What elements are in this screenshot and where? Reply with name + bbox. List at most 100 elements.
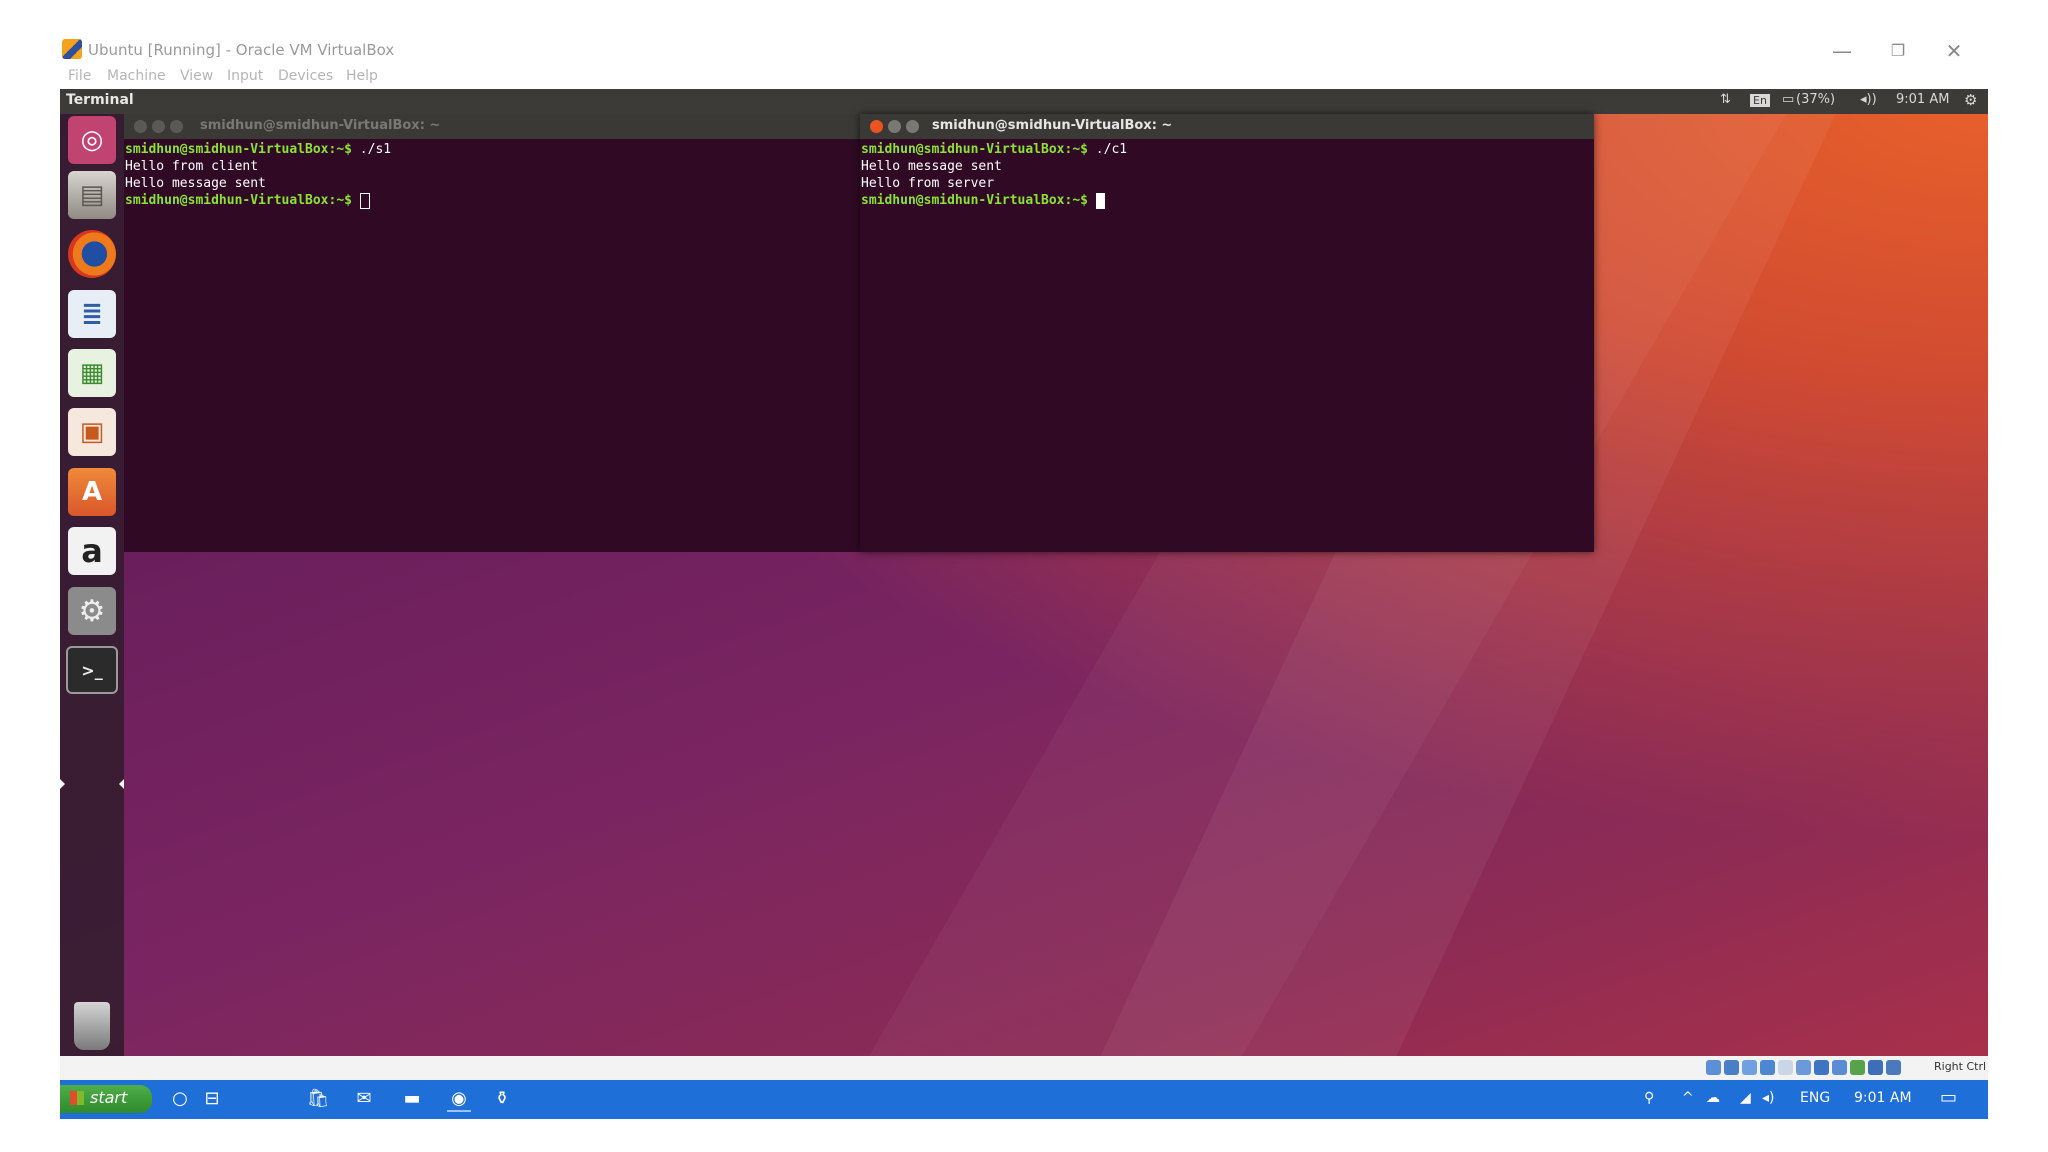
virtualbox-titlebar: Ubuntu [Running] - Oracle VM VirtualBox … <box>60 36 1990 68</box>
cpu-status-icon[interactable] <box>1850 1060 1865 1075</box>
onedrive-cloud-icon[interactable]: ☁ <box>1706 1090 1720 1106</box>
menu-devices[interactable]: Devices <box>278 68 333 84</box>
speaker-icon[interactable]: ◂) <box>1762 1090 1775 1106</box>
virtualbox-statusbar: Right Ctrl <box>60 1056 1988 1080</box>
terminal-line: smidhun@smidhun-VirtualBox:~$ <box>125 192 919 209</box>
store-icon[interactable]: 🛍 <box>306 1088 330 1110</box>
active-app-title: Terminal <box>66 92 134 108</box>
maximize-button[interactable]: ❐ <box>1878 36 1918 66</box>
window-title: Ubuntu [Running] - Oracle VM VirtualBox <box>88 41 395 59</box>
virtualbox-menubar: File Machine View Input Devices Help <box>60 66 1990 90</box>
usb-status-icon[interactable] <box>1778 1060 1793 1075</box>
terminal-line: Hello message sent <box>861 159 1002 174</box>
menu-input[interactable]: Input <box>227 68 263 84</box>
unity-launcher: ◎ ▤ ≣ ▦ ▣ A a ⚙ >_ <box>60 114 124 1056</box>
command-text: ./s1 <box>351 142 392 157</box>
terminal-line: smidhun@smidhun-VirtualBox:~$ <box>861 192 1594 209</box>
terminal-output[interactable]: smidhun@smidhun-VirtualBox:~$ ./s1 Hello… <box>125 141 919 552</box>
shell-prompt: smidhun@smidhun-VirtualBox:~$ <box>125 142 352 157</box>
input-language[interactable]: ENG <box>1800 1090 1830 1106</box>
terminal-launcher-icon[interactable]: >_ <box>66 646 118 694</box>
battery-icon[interactable]: ▭ <box>1782 92 1794 107</box>
shell-prompt: smidhun@smidhun-VirtualBox:~$ <box>125 193 352 208</box>
host-key-label: Right Ctrl <box>1934 1060 1987 1073</box>
terminal-cursor <box>359 192 370 209</box>
software-center-icon[interactable]: A <box>68 468 116 516</box>
libreoffice-calc-icon[interactable]: ▦ <box>68 349 116 397</box>
menu-view[interactable]: View <box>180 68 213 84</box>
action-center-icon[interactable]: ▭ <box>1940 1087 1957 1108</box>
virtualbox-app-icon <box>62 39 82 59</box>
network-status-icon[interactable] <box>1760 1060 1775 1075</box>
mouse-integration-icon[interactable] <box>1868 1060 1883 1075</box>
close-icon[interactable] <box>870 120 883 133</box>
people-icon[interactable]: ⚲ <box>1644 1090 1654 1106</box>
command-text: ./c1 <box>1087 142 1128 157</box>
trash-icon[interactable] <box>74 1002 110 1050</box>
minimize-button[interactable]: — <box>1822 36 1862 66</box>
terminal-window-client[interactable]: smidhun@smidhun-VirtualBox: ~ smidhun@sm… <box>860 114 1594 552</box>
file-explorer-icon[interactable]: ▬ <box>400 1088 424 1110</box>
clock[interactable]: 9:01 AM <box>1896 92 1949 107</box>
terminal-title: smidhun@smidhun-VirtualBox: ~ <box>932 118 1173 133</box>
task-view-icon[interactable]: ⊟ <box>200 1088 224 1110</box>
shell-prompt: smidhun@smidhun-VirtualBox:~$ <box>861 193 1088 208</box>
amazon-icon[interactable]: a <box>68 527 116 575</box>
libreoffice-impress-icon[interactable]: ▣ <box>68 408 116 456</box>
virtualbox-taskbar-icon[interactable]: ⚱ <box>490 1088 514 1110</box>
network-icon[interactable]: ⇅ <box>1720 92 1731 107</box>
volume-icon[interactable]: ◂)) <box>1860 92 1877 107</box>
maximize-icon[interactable] <box>906 120 919 133</box>
terminal-window-server[interactable]: smidhun@smidhun-VirtualBox: ~ smidhun@sm… <box>124 114 919 552</box>
chrome-icon[interactable]: ◉ <box>447 1088 471 1112</box>
terminal-output[interactable]: smidhun@smidhun-VirtualBox:~$ ./c1 Hello… <box>861 141 1594 552</box>
system-settings-icon[interactable]: ⚙ <box>68 587 116 635</box>
display-status-icon[interactable] <box>1814 1060 1829 1075</box>
start-button[interactable]: start <box>60 1085 152 1113</box>
terminal-line: smidhun@smidhun-VirtualBox:~$ ./s1 <box>125 141 919 158</box>
terminal-cursor <box>1095 192 1105 209</box>
terminal-line: Hello message sent <box>125 176 266 191</box>
audio-status-icon[interactable] <box>1742 1060 1757 1075</box>
minimize-icon[interactable] <box>888 120 901 133</box>
terminal-title: smidhun@smidhun-VirtualBox: ~ <box>200 118 441 133</box>
menu-help[interactable]: Help <box>346 68 378 84</box>
harddisk-status-icon[interactable] <box>1706 1060 1721 1075</box>
windows-taskbar: start ○ ⊟ 🛍 ✉ ▬ ◉ ⚱ ⚲ ^ ☁ ◢ ◂) ENG 9:01 … <box>60 1080 1988 1119</box>
start-label: start <box>90 1088 128 1107</box>
battery-percent[interactable]: (37%) <box>1796 92 1835 107</box>
recording-status-icon[interactable] <box>1832 1060 1847 1075</box>
ubuntu-top-panel: Terminal ⇅ En ▭ (37%) ◂)) 9:01 AM ⚙ <box>60 89 1988 114</box>
menu-machine[interactable]: Machine <box>107 68 166 84</box>
dash-home-icon[interactable]: ◎ <box>68 116 116 164</box>
search-circle-icon[interactable]: ○ <box>168 1088 192 1110</box>
firefox-icon[interactable] <box>68 230 116 278</box>
close-button[interactable]: ✕ <box>1934 36 1974 66</box>
files-icon[interactable]: ▤ <box>68 171 116 219</box>
optical-drive-status-icon[interactable] <box>1724 1060 1739 1075</box>
shell-prompt: smidhun@smidhun-VirtualBox:~$ <box>861 142 1088 157</box>
keyboard-layout-icon[interactable]: En <box>1750 94 1770 107</box>
terminal-line: Hello from client <box>125 159 259 174</box>
terminal-titlebar[interactable]: smidhun@smidhun-VirtualBox: ~ <box>124 114 919 139</box>
active-indicator-left <box>60 779 65 789</box>
windows-logo-icon <box>70 1091 84 1105</box>
command-text <box>1088 193 1096 208</box>
wifi-icon[interactable]: ◢ <box>1740 1090 1751 1106</box>
active-indicator-right <box>119 779 124 789</box>
maximize-icon[interactable] <box>170 120 183 133</box>
terminal-line: Hello from server <box>861 176 995 191</box>
close-icon[interactable] <box>134 120 147 133</box>
guest-screen: Terminal ⇅ En ▭ (37%) ◂)) 9:01 AM ⚙ ◎ ▤ … <box>60 89 1988 1056</box>
mail-icon[interactable]: ✉ <box>352 1088 376 1110</box>
keyboard-capture-icon[interactable] <box>1886 1060 1901 1075</box>
shared-folders-status-icon[interactable] <box>1796 1060 1811 1075</box>
minimize-icon[interactable] <box>152 120 165 133</box>
terminal-titlebar[interactable]: smidhun@smidhun-VirtualBox: ~ <box>860 114 1594 139</box>
libreoffice-writer-icon[interactable]: ≣ <box>68 290 116 338</box>
terminal-line: smidhun@smidhun-VirtualBox:~$ ./c1 <box>861 141 1594 158</box>
show-hidden-icons-chevron-up-icon[interactable]: ^ <box>1682 1090 1694 1106</box>
menu-file[interactable]: File <box>68 68 91 84</box>
taskbar-clock[interactable]: 9:01 AM <box>1854 1090 1912 1106</box>
settings-gear-icon[interactable]: ⚙ <box>1964 91 1977 109</box>
